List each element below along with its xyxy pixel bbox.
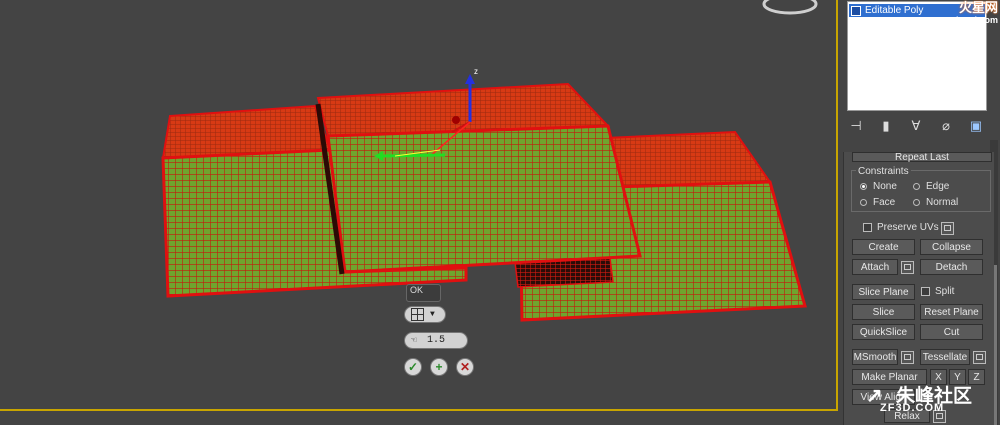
- preserve-uvs-checkbox[interactable]: [863, 223, 872, 232]
- modifier-stack-toolbar: ⊣ ▮ ∀ ⌀ ▣: [848, 118, 998, 136]
- expand-icon[interactable]: [851, 5, 861, 16]
- watermark-top-line1: 火星网: [958, 0, 998, 15]
- perspective-viewport[interactable]: z OK ▼ ☜ 1.5 ✓ + ✕: [0, 0, 838, 411]
- msmooth-button[interactable]: MSmooth: [852, 349, 898, 365]
- constraint-none-radio[interactable]: [860, 183, 867, 190]
- constraint-edge-label: Edge: [926, 181, 950, 192]
- split-checkbox[interactable]: [921, 287, 930, 296]
- preserve-uvs-settings-button[interactable]: [941, 222, 954, 235]
- segments-value-field[interactable]: ☜ 1.5: [404, 332, 468, 349]
- reset-plane-button[interactable]: Reset Plane: [920, 304, 983, 320]
- create-button[interactable]: Create: [852, 239, 915, 255]
- attach-settings-button[interactable]: [901, 261, 914, 274]
- split-label: Split: [935, 286, 955, 297]
- caddy-cancel-button[interactable]: ✕: [456, 358, 474, 376]
- viewcube[interactable]: [762, 0, 818, 15]
- zf3d-watermark: ↗ 朱峰社区 ZF3D.COM: [866, 381, 994, 417]
- watermark-top-line2: hxsd.com: [955, 15, 998, 25]
- check-icon: ✓: [407, 360, 419, 374]
- hxsd-watermark: 火星网 hxsd.com: [918, 0, 998, 28]
- caddy-ok-text: OK: [410, 285, 424, 295]
- msmooth-settings-button[interactable]: [901, 351, 914, 364]
- tessellate-button[interactable]: Tessellate: [920, 349, 970, 365]
- remove-modifier-icon[interactable]: ⌀: [938, 118, 954, 134]
- caddy-apply-continue-button[interactable]: +: [430, 358, 448, 376]
- collapse-button[interactable]: Collapse: [920, 239, 983, 255]
- segments-value: 1.5: [427, 335, 446, 346]
- plus-icon: +: [435, 360, 443, 374]
- chevron-down-icon: ▼: [430, 310, 435, 319]
- detach-button[interactable]: Detach: [920, 259, 983, 275]
- make-unique-icon[interactable]: ∀: [908, 118, 924, 134]
- modifier-stack-item-label: Editable Poly: [865, 5, 924, 16]
- constraint-normal-radio[interactable]: [913, 199, 920, 206]
- axis-label-z: z: [474, 67, 478, 76]
- constraint-edge-radio[interactable]: [913, 183, 920, 190]
- close-icon: ✕: [459, 360, 471, 374]
- caddy-apply-button[interactable]: ✓: [404, 358, 422, 376]
- constraint-face-radio[interactable]: [860, 199, 867, 206]
- show-end-result-icon[interactable]: ▮: [878, 118, 894, 134]
- quickslice-button[interactable]: QuickSlice: [852, 324, 915, 340]
- constraint-face-label: Face: [873, 197, 896, 208]
- constraint-none-label: None: [873, 181, 897, 192]
- cut-button[interactable]: Cut: [920, 324, 983, 340]
- slice-plane-button[interactable]: Slice Plane: [852, 284, 915, 300]
- attach-button[interactable]: Attach: [852, 259, 898, 275]
- repeat-last-button[interactable]: Repeat Last: [852, 152, 992, 163]
- command-panel: Editable Poly ⊣ ▮ ∀ ⌀ ▣ Repeat Last Cons…: [838, 0, 1000, 425]
- constraint-normal-label: Normal: [926, 197, 959, 208]
- caddy-ok-label[interactable]: OK: [406, 284, 441, 302]
- constraints-title: Constraints: [856, 166, 911, 177]
- pin-stack-icon[interactable]: ⊣: [848, 118, 864, 134]
- mesh-slab-center: [315, 82, 642, 275]
- watermark-bottom-line2: ZF3D.COM: [880, 402, 945, 414]
- configure-modifier-sets-icon[interactable]: ▣: [968, 118, 984, 134]
- grid-icon: [411, 308, 424, 321]
- slice-mode-dropdown[interactable]: ▼: [404, 306, 446, 323]
- tessellate-settings-button[interactable]: [973, 351, 986, 364]
- segments-icon: ☜: [411, 335, 418, 347]
- preserve-uvs-label: Preserve UVs: [877, 222, 939, 233]
- slice-button[interactable]: Slice: [852, 304, 915, 320]
